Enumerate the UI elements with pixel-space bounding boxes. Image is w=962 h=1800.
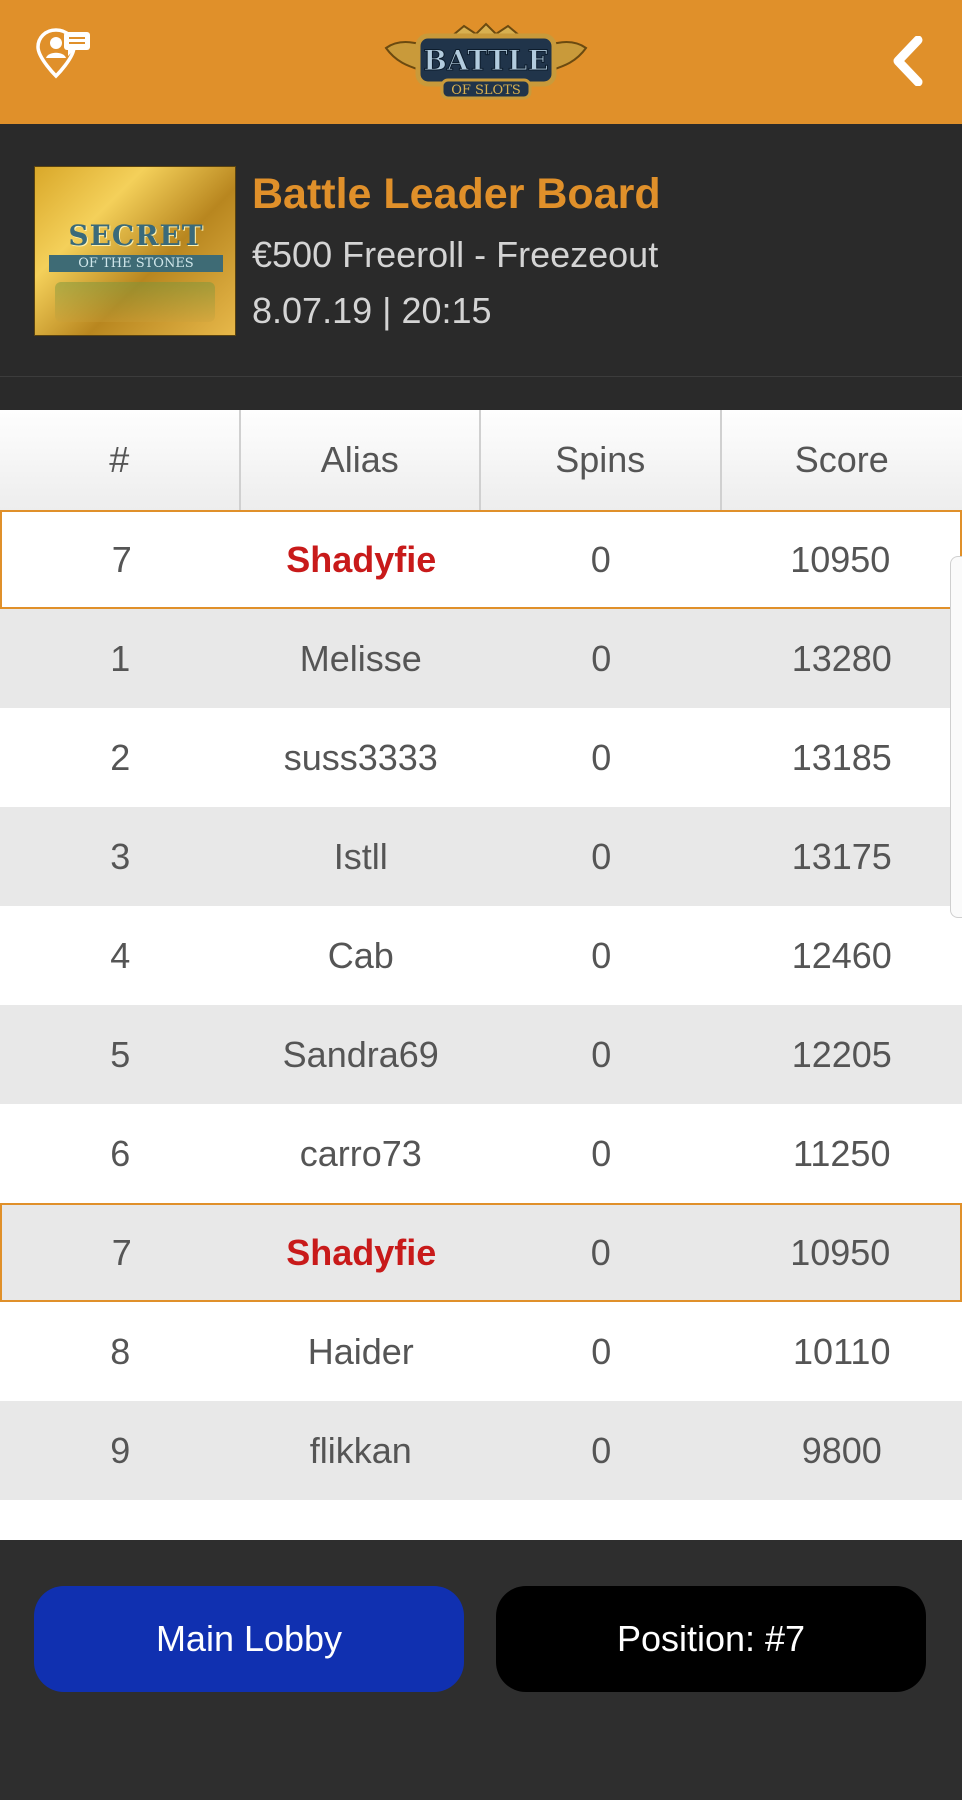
table-row-current-user[interactable]: 7 Shadyfie 0 10950	[0, 1203, 962, 1302]
rank-cell: 5	[110, 1033, 131, 1075]
game-thumbnail: SECRET OF THE STONES	[34, 166, 236, 336]
battle-of-slots-logo: BATTLE OF SLOTS	[380, 22, 592, 102]
score-cell: 10950	[790, 1231, 891, 1273]
table-header: # Alias Spins Score	[0, 410, 962, 510]
spins-cell: 0	[591, 1330, 612, 1372]
alias-cell: Melisse	[299, 637, 422, 679]
table-row[interactable]: 1 Melisse 0 13280	[0, 609, 962, 708]
back-button[interactable]	[888, 35, 928, 87]
logo-text-main: BATTLE	[423, 44, 549, 77]
spins-cell: 0	[591, 1429, 612, 1471]
alias-cell: Haider	[307, 1330, 414, 1372]
alias-cell: Sandra69	[282, 1033, 439, 1075]
rank-cell: 4	[110, 934, 131, 976]
logo-text-sub: OF SLOTS	[451, 83, 521, 98]
score-cell: 11250	[793, 1132, 891, 1174]
score-cell: 12460	[791, 934, 892, 976]
my-position-row[interactable]: 7 Shadyfie 0 10950	[0, 510, 962, 609]
table-row[interactable]: 8 Haider 0 10110	[0, 1302, 962, 1401]
score-cell: 10110	[793, 1330, 891, 1372]
spins-cell: 0	[591, 1132, 612, 1174]
position-button[interactable]: Position: #7	[496, 1586, 926, 1692]
location-pin-chat-icon[interactable]	[34, 26, 94, 82]
score-cell: 10950	[790, 538, 891, 580]
alias-cell: Istll	[333, 835, 388, 877]
scrollbar[interactable]	[950, 556, 962, 918]
spins-cell: 0	[591, 1033, 612, 1075]
spins-cell: 0	[591, 736, 612, 778]
thumbnail-decoration	[55, 282, 215, 322]
battle-name: €500 Freeroll - Freezeout	[252, 234, 659, 275]
column-spins[interactable]: Spins	[481, 410, 722, 510]
spins-cell: 0	[591, 934, 612, 976]
table-row[interactable]: 4 Cab 0 12460	[0, 906, 962, 1005]
main-lobby-button[interactable]: Main Lobby	[34, 1586, 464, 1692]
header-divider	[0, 376, 962, 377]
table-row[interactable]: 3 Istll 0 13175	[0, 807, 962, 906]
score-cell: 13280	[791, 637, 892, 679]
bottom-bar: Main Lobby Position: #7	[0, 1540, 962, 1800]
score-cell: 12205	[791, 1033, 892, 1075]
rank-cell: 8	[110, 1330, 131, 1372]
rank-cell: 1	[110, 637, 131, 679]
battle-header: SECRET OF THE STONES Battle Leader Board…	[0, 124, 962, 410]
alias-cell: carro73	[299, 1132, 422, 1174]
spins-cell: 0	[590, 538, 611, 580]
score-cell: 13185	[791, 736, 892, 778]
table-row[interactable]: 2 suss3333 0 13185	[0, 708, 962, 807]
alias-cell: Shadyfie	[286, 1231, 437, 1273]
alias-cell: suss3333	[283, 736, 438, 778]
score-cell: 13175	[791, 835, 892, 877]
table-row[interactable]: 9 flikkan 0 9800	[0, 1401, 962, 1500]
spins-cell: 0	[590, 1231, 611, 1273]
spins-cell: 0	[591, 835, 612, 877]
score-cell: 9800	[801, 1429, 882, 1471]
rank-cell: 7	[111, 538, 132, 580]
rank-cell: 6	[110, 1132, 131, 1174]
chevron-left-icon	[893, 35, 923, 87]
leaderboard-page: BATTLE OF SLOTS SECRET OF THE STONES Bat…	[0, 0, 962, 1800]
alias-cell: flikkan	[309, 1429, 412, 1471]
page-title: Battle Leader Board	[252, 170, 661, 218]
rank-cell: 9	[110, 1429, 131, 1471]
rank-cell: 7	[111, 1231, 132, 1273]
column-score[interactable]: Score	[722, 410, 962, 510]
alias-cell: Shadyfie	[286, 538, 437, 580]
rank-cell: 3	[110, 835, 131, 877]
battle-datetime: 8.07.19 | 20:15	[252, 290, 492, 331]
table-row[interactable]: 5 Sandra69 0 12205	[0, 1005, 962, 1104]
column-alias[interactable]: Alias	[241, 410, 481, 510]
alias-cell: Cab	[327, 934, 394, 976]
top-bar: BATTLE OF SLOTS	[0, 0, 962, 124]
thumbnail-subtitle: OF THE STONES	[49, 255, 223, 272]
thumbnail-title: SECRET	[68, 219, 204, 252]
spins-cell: 0	[591, 637, 612, 679]
rank-cell: 2	[110, 736, 131, 778]
column-rank[interactable]: #	[0, 410, 241, 510]
table-row[interactable]: 6 carro73 0 11250	[0, 1104, 962, 1203]
leaderboard-table: # Alias Spins Score 7 Shadyfie 0 10950 1…	[0, 410, 962, 1500]
